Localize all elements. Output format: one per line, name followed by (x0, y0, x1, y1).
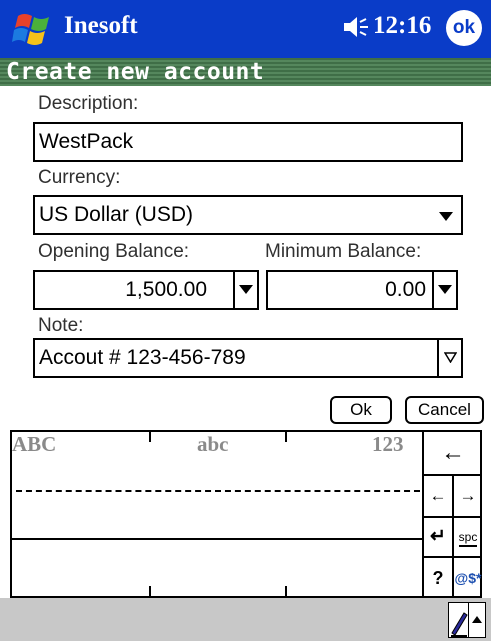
description-label: Description: (38, 93, 139, 114)
input-panel-bar (0, 598, 491, 641)
numeric-zone-label: 123 (372, 432, 404, 456)
writing-line (12, 538, 424, 540)
opening-balance-input[interactable]: 1,500.00 (33, 270, 259, 310)
input-method-button[interactable] (448, 602, 468, 638)
app-title: Inesoft (64, 12, 138, 39)
chevron-up-icon (472, 616, 482, 623)
input-method-menu-button[interactable] (468, 602, 486, 638)
enter-key[interactable]: ↵ (424, 518, 452, 556)
chevron-down-icon (239, 284, 253, 294)
space-key-label: spc (458, 530, 478, 547)
zone-divider-tick (149, 432, 151, 442)
backspace-key[interactable]: ← (424, 432, 482, 474)
zone-divider-tick (149, 586, 151, 598)
note-label: Note: (38, 315, 84, 336)
left-arrow-key[interactable]: ← (424, 476, 452, 516)
currency-value: US Dollar (USD) (39, 203, 194, 226)
symbols-icon: @$* (454, 570, 482, 586)
opening-balance-value: 1,500.00 (125, 278, 207, 301)
minimum-balance-label: Minimum Balance: (265, 241, 422, 262)
opening-balance-label: Opening Balance: (38, 241, 190, 262)
question-key[interactable]: ? (424, 558, 452, 598)
speaker-icon[interactable] (342, 14, 370, 47)
description-input[interactable]: WestPack (33, 122, 463, 162)
ok-button[interactable]: Ok (330, 396, 392, 424)
opening-balance-dropdown-button[interactable] (233, 272, 257, 308)
lowercase-zone-label: abc (197, 432, 229, 456)
description-value: WestPack (39, 130, 134, 153)
note-combobox[interactable]: Accout # 123-456-789 (33, 338, 463, 378)
right-arrow-key[interactable]: → (454, 476, 482, 516)
minimum-balance-dropdown-button[interactable] (432, 272, 456, 308)
currency-label: Currency: (38, 167, 121, 188)
minimum-balance-input[interactable]: 0.00 (266, 270, 458, 310)
symbols-key[interactable]: @$* (454, 558, 482, 598)
windows-start-button[interactable] (12, 10, 56, 50)
note-dropdown-button[interactable] (437, 340, 461, 376)
zone-divider-tick (285, 586, 287, 598)
chevron-down-icon (443, 352, 457, 363)
chevron-down-icon (439, 198, 453, 234)
letter-recognizer-panel[interactable]: ABC abc 123 ← ← → ↵ spc ? @$* (10, 430, 482, 598)
clock[interactable]: 12:16 (373, 12, 431, 40)
windows-flag-icon (12, 14, 49, 45)
uppercase-zone-label: ABC (12, 432, 57, 456)
zone-divider-tick (285, 432, 287, 442)
chevron-down-icon (438, 284, 452, 294)
space-key[interactable]: spc (454, 518, 482, 556)
minimum-balance-value: 0.00 (385, 278, 426, 301)
page-title: Create new account (0, 58, 491, 86)
ok-close-button[interactable]: ok (446, 10, 482, 46)
writing-baseline (16, 490, 420, 492)
pen-icon (451, 612, 468, 637)
cancel-button[interactable]: Cancel (405, 396, 484, 424)
note-value: Accout # 123-456-789 (39, 346, 246, 369)
currency-select[interactable]: US Dollar (USD) (33, 195, 463, 235)
